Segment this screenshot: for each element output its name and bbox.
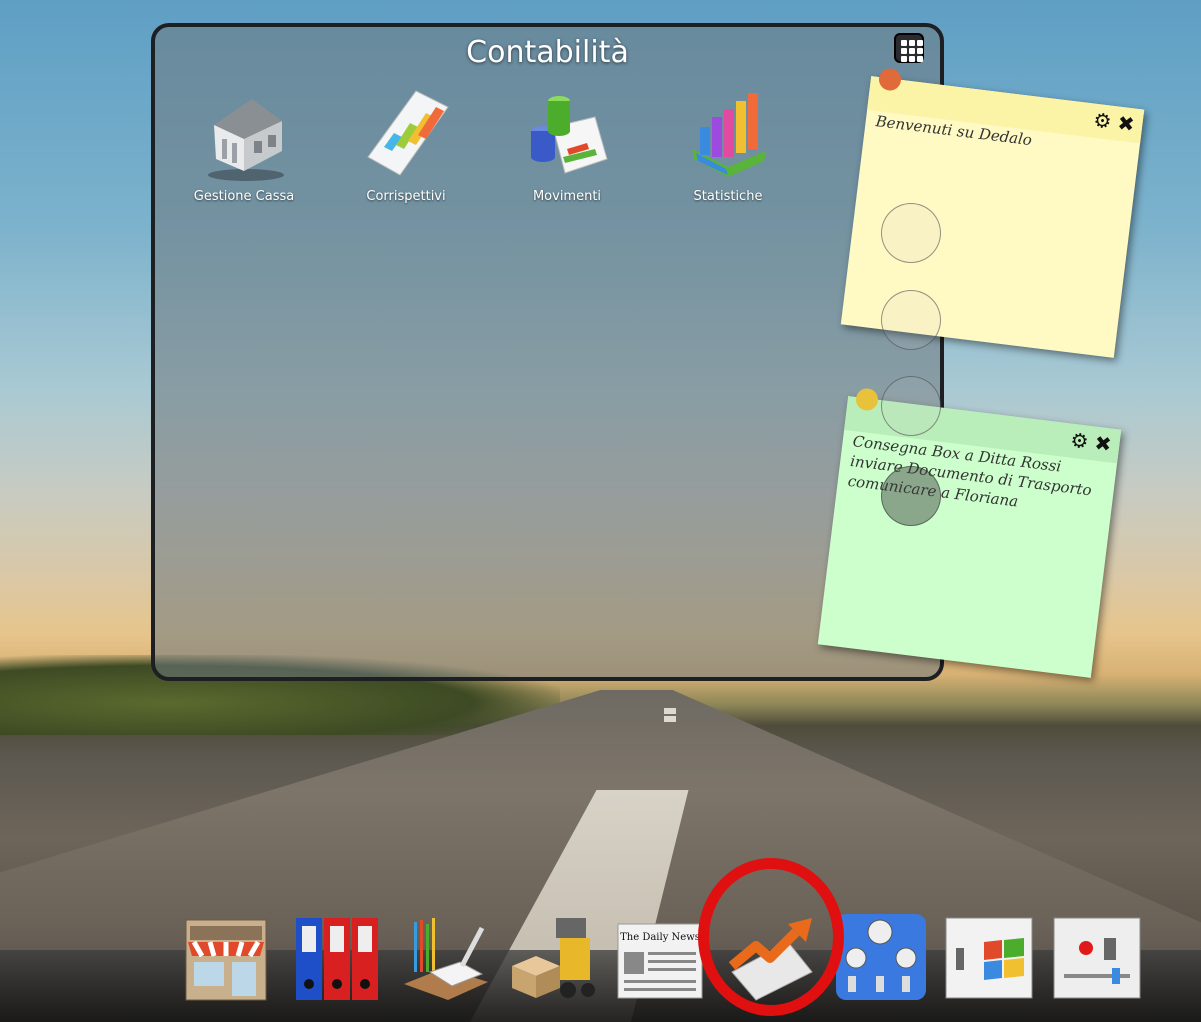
close-icon[interactable]: ✖ [1093,431,1113,457]
bank-icon [194,87,294,187]
scroll-indicator[interactable] [881,466,941,526]
database-chart-icon [517,87,617,187]
windows-switch-icon[interactable] [944,912,1034,1002]
store-icon[interactable] [180,912,270,1002]
app-movimenti[interactable]: Movimenti [502,87,632,204]
scroll-indicator[interactable] [881,290,941,350]
window-title: Contabilità [466,35,629,70]
power-panel-icon[interactable] [1052,912,1142,1002]
app-label: Movimenti [532,189,602,204]
forklift-icon[interactable] [508,912,598,1002]
app-gestione-cassa[interactable]: Gestione Cassa [179,87,309,204]
scroll-indicator[interactable] [881,376,941,436]
sticky-note[interactable]: ⚙ ✖ Consegna Box a Ditta Rossi inviare D… [817,387,1122,678]
lane-dash [664,716,676,722]
highlight-circle [698,858,844,1016]
bar-chart-icon [678,87,778,187]
control-panel-icon[interactable] [836,912,926,1002]
app-label: Corrispettivi [366,189,446,204]
app-label: Statistiche [693,189,763,204]
lane-dash [664,708,676,714]
app-corrispettivi[interactable]: Corrispettivi [341,87,471,204]
gear-icon[interactable]: ⚙ [1069,428,1090,454]
app-label: Gestione Cassa [193,189,295,204]
gear-icon[interactable]: ⚙ [1092,108,1113,134]
close-icon[interactable]: ✖ [1116,111,1136,137]
binders-icon[interactable] [292,912,382,1002]
grid-view-button[interactable] [894,33,924,63]
spreadsheet-icon [356,87,456,187]
desk-tools-icon[interactable] [400,912,490,1002]
newspaper-icon[interactable]: The Daily News [616,912,706,1002]
scroll-indicator[interactable] [881,203,941,263]
app-statistiche[interactable]: Statistiche [663,87,793,204]
newspaper-title: The Daily News [620,932,700,943]
